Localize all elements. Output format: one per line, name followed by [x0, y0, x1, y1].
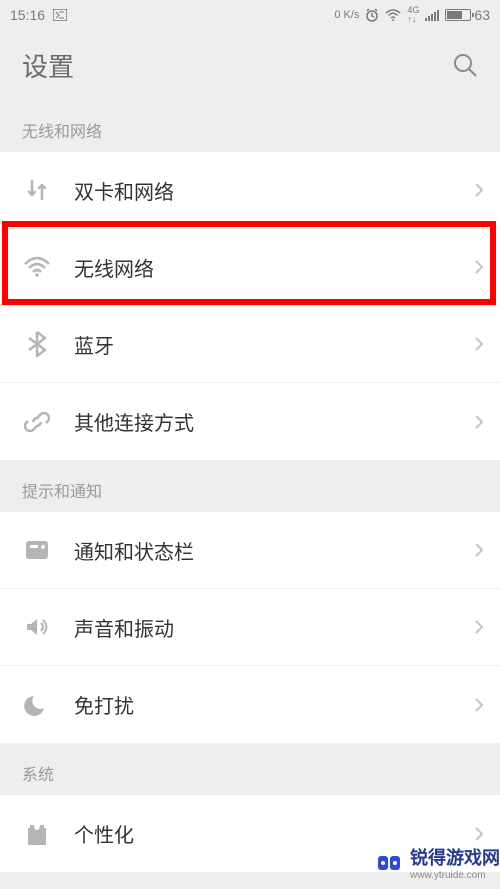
net-speed: 0 K/s — [334, 9, 359, 21]
search-icon[interactable] — [452, 52, 478, 78]
item-label: 声音和振动 — [74, 613, 474, 642]
sound-icon — [22, 612, 52, 642]
section-header-wireless: 无线和网络 — [0, 100, 500, 152]
item-other-connections[interactable]: 其他连接方式 — [0, 383, 500, 460]
chevron-right-icon — [474, 182, 484, 198]
screenshot-icon — [53, 9, 67, 21]
item-wifi[interactable]: 无线网络 — [0, 229, 500, 306]
sim-swap-icon — [22, 175, 52, 205]
section-header-system: 系统 — [0, 743, 500, 795]
item-label: 无线网络 — [74, 253, 474, 282]
page-title: 设置 — [22, 47, 74, 84]
network-4g: 4G↑↓ — [407, 6, 419, 24]
wifi-status-icon — [385, 9, 401, 21]
dnd-icon — [22, 690, 52, 720]
item-label: 通知和状态栏 — [74, 536, 474, 565]
item-label: 蓝牙 — [74, 330, 474, 359]
item-dnd[interactable]: 免打扰 — [0, 666, 500, 743]
section-header-notif: 提示和通知 — [0, 460, 500, 512]
chevron-right-icon — [474, 259, 484, 275]
status-bar: 15:16 0 K/s 4G↑↓ 63 — [0, 0, 500, 30]
item-label: 免打扰 — [74, 690, 474, 719]
watermark: 锐得游戏网 www.ytruide.com — [374, 844, 500, 881]
item-label: 其他连接方式 — [74, 407, 474, 436]
chevron-right-icon — [474, 336, 484, 352]
signal-icon — [425, 9, 439, 21]
item-label: 双卡和网络 — [74, 176, 474, 205]
item-notifications[interactable]: 通知和状态栏 — [0, 512, 500, 589]
theme-icon — [22, 819, 52, 849]
status-time: 15:16 — [10, 7, 45, 23]
item-bluetooth[interactable]: 蓝牙 — [0, 306, 500, 383]
app-header: 设置 — [0, 30, 500, 100]
item-sound[interactable]: 声音和振动 — [0, 589, 500, 666]
list-wireless: 双卡和网络 无线网络 蓝牙 其他连接方式 — [0, 152, 500, 460]
chevron-right-icon — [474, 619, 484, 635]
watermark-brand: 锐得游戏网 — [410, 848, 500, 868]
item-dual-sim[interactable]: 双卡和网络 — [0, 152, 500, 229]
chevron-right-icon — [474, 414, 484, 430]
link-icon — [22, 407, 52, 437]
battery-indicator: 63 — [445, 7, 490, 23]
alarm-icon — [365, 8, 379, 22]
chevron-right-icon — [474, 697, 484, 713]
bluetooth-icon — [22, 329, 52, 359]
list-notif: 通知和状态栏 声音和振动 免打扰 — [0, 512, 500, 743]
wifi-icon — [22, 252, 52, 282]
chevron-right-icon — [474, 826, 484, 842]
notification-icon — [22, 535, 52, 565]
watermark-url: www.ytruide.com — [410, 870, 500, 881]
watermark-logo-icon — [374, 852, 404, 874]
battery-pct: 63 — [474, 7, 490, 23]
chevron-right-icon — [474, 542, 484, 558]
